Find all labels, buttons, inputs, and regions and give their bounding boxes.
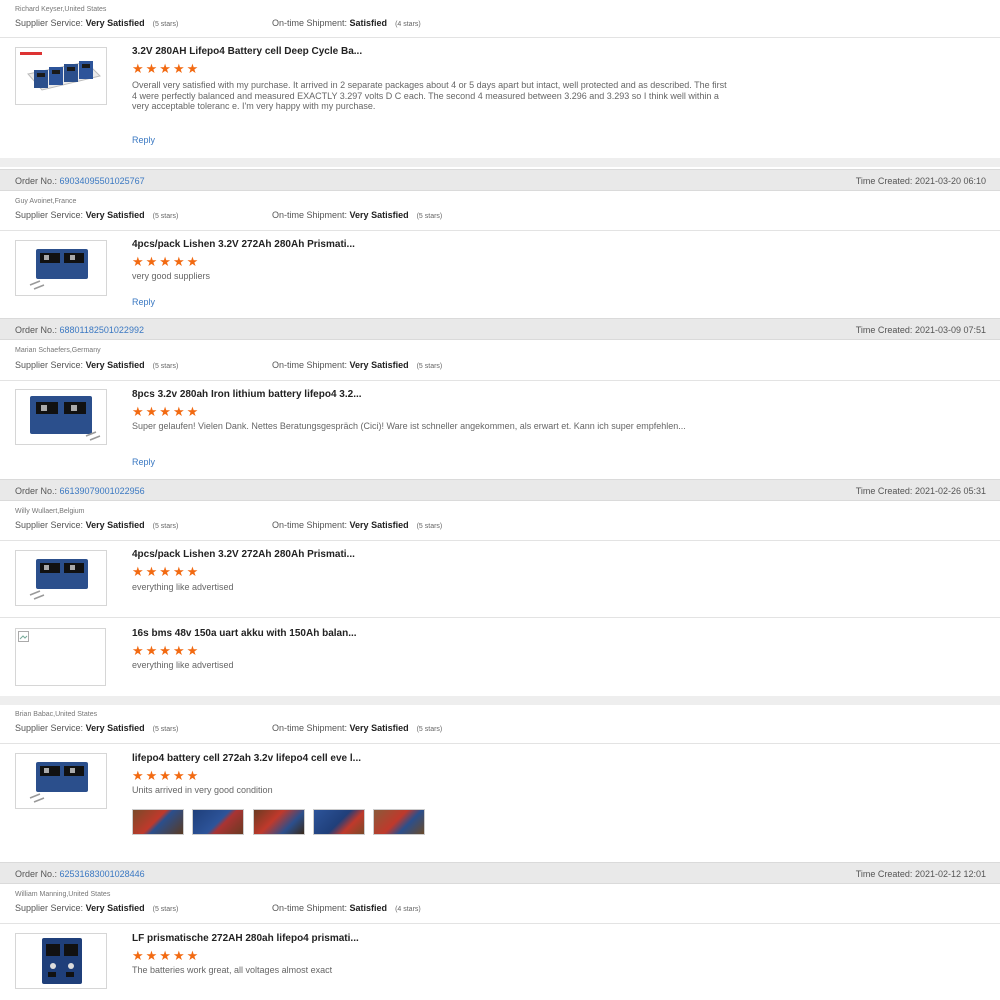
battery-cell-thumbnail[interactable]	[15, 933, 107, 989]
service-ratings: Supplier Service: Very Satisfied (5 stars…	[15, 903, 421, 913]
photo-thumbnail[interactable]	[253, 809, 305, 835]
star-rating: ★★★★★	[132, 768, 201, 783]
separator	[0, 617, 1000, 618]
separator	[0, 540, 1000, 541]
review-text: everything like advertised	[132, 660, 234, 670]
battery-cell-thumbnail[interactable]	[15, 550, 107, 606]
product-title[interactable]: 16s bms 48v 150a uart akku with 150Ah ba…	[132, 628, 357, 639]
star-rating: ★★★★★	[132, 643, 201, 658]
separator	[0, 37, 1000, 38]
service-ratings: Supplier Service: Very Satisfied (5 stars…	[15, 520, 443, 530]
separator	[0, 743, 1000, 744]
battery-cell-thumbnail[interactable]	[15, 753, 107, 809]
order-bar: Order No.: 62531683001028446 Time Create…	[0, 862, 1000, 884]
product-title[interactable]: 8pcs 3.2v 280ah Iron lithium battery lif…	[132, 389, 362, 400]
separator	[0, 380, 1000, 381]
reply-link[interactable]: Reply	[132, 135, 155, 145]
separator	[0, 230, 1000, 231]
battery-cell-thumbnail[interactable]	[15, 240, 107, 296]
buyer-name: Guy Avoinet,France	[15, 198, 77, 205]
service-ratings: Supplier Service: Very Satisfied (5 stars…	[15, 18, 421, 28]
order-number-link[interactable]: 69034095501025767	[60, 176, 145, 186]
star-rating: ★★★★★	[132, 254, 201, 269]
reply-link[interactable]: Reply	[132, 457, 155, 467]
time-created: 2021-03-09 07:51	[914, 325, 986, 335]
service-ratings: Supplier Service: Very Satisfied (5 stars…	[15, 360, 443, 370]
star-rating: ★★★★★	[132, 948, 201, 963]
time-created: 2021-02-12 12:01	[914, 869, 986, 879]
battery-cell-thumbnail[interactable]	[15, 389, 107, 445]
buyer-name: Brian Babac,United States	[15, 711, 98, 718]
star-rating: ★★★★★	[132, 564, 201, 579]
review-text: Super gelaufen! Vielen Dank. Nettes Bera…	[132, 421, 686, 431]
order-bar: Order No.: 69034095501025767 Time Create…	[0, 169, 1000, 191]
review-divider	[0, 696, 1000, 705]
photo-thumbnail[interactable]	[192, 809, 244, 835]
product-title[interactable]: 4pcs/pack Lishen 3.2V 272Ah 280Ah Prisma…	[132, 549, 355, 560]
buyer-name: Marian Schaefers,Germany	[15, 347, 101, 354]
photo-thumbnail[interactable]	[373, 809, 425, 835]
order-number-link[interactable]: 66139079001022956	[60, 486, 145, 496]
separator	[0, 923, 1000, 924]
review-text: Overall very satisfied with my purchase.…	[132, 80, 727, 111]
order-bar: Order No.: 68801182501022992 Time Create…	[0, 318, 1000, 340]
order-number-link[interactable]: 62531683001028446	[60, 869, 145, 879]
product-title[interactable]: LF prismatische 272AH 280ah lifepo4 pris…	[132, 933, 359, 944]
photo-thumbnail[interactable]	[132, 809, 184, 835]
product-title[interactable]: 3.2V 280AH Lifepo4 Battery cell Deep Cyc…	[132, 46, 362, 57]
review-divider	[0, 158, 1000, 167]
review-text: everything like advertised	[132, 582, 234, 592]
time-created: 2021-02-26 05:31	[914, 486, 986, 496]
service-ratings: Supplier Service: Very Satisfied (5 stars…	[15, 723, 443, 733]
product-title[interactable]: 4pcs/pack Lishen 3.2V 272Ah 280Ah Prisma…	[132, 239, 355, 250]
buyer-name: William Manning,United States	[15, 891, 111, 898]
order-bar: Order No.: 66139079001022956 Time Create…	[0, 479, 1000, 501]
star-rating: ★★★★★	[132, 404, 201, 419]
buyer-name: Richard Keyser,United States	[15, 6, 107, 13]
review-text: Units arrived in very good condition	[132, 785, 273, 795]
battery-pack-thumbnail[interactable]	[15, 47, 107, 105]
buyer-name: Willy Wullaert,Belgium	[15, 508, 85, 515]
broken-image-icon[interactable]	[15, 628, 106, 686]
photo-thumbnail[interactable]	[313, 809, 365, 835]
review-text: The batteries work great, all voltages a…	[132, 965, 333, 975]
service-ratings: Supplier Service: Very Satisfied (5 stars…	[15, 210, 443, 220]
reply-link[interactable]: Reply	[132, 297, 155, 307]
order-number-link[interactable]: 68801182501022992	[60, 325, 144, 335]
star-rating: ★★★★★	[132, 61, 201, 76]
time-created: 2021-03-20 06:10	[914, 176, 986, 186]
review-text: very good suppliers	[132, 271, 211, 281]
product-title[interactable]: lifepo4 battery cell 272ah 3.2v lifepo4 …	[132, 753, 361, 764]
